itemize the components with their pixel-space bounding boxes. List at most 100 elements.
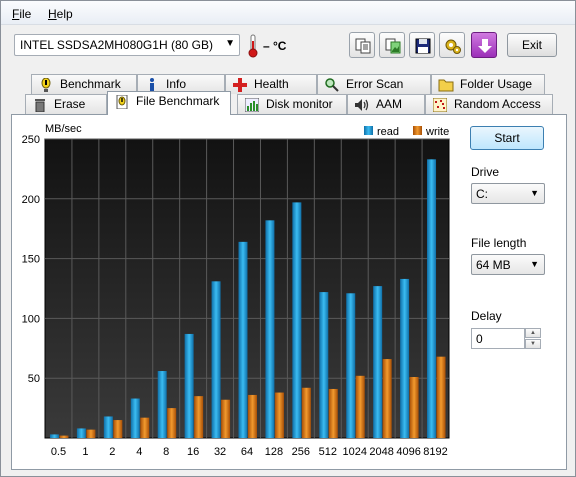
- tab-erase-label: Erase: [54, 97, 86, 111]
- bar-read: [49, 434, 59, 438]
- tab-error-scan[interactable]: Error Scan: [317, 74, 431, 94]
- tab-info-label: Info: [166, 77, 187, 91]
- exit-button[interactable]: Exit: [507, 33, 557, 57]
- spin-up-button[interactable]: ▲: [525, 328, 541, 338]
- bar-write: [59, 435, 69, 438]
- x-tick-label: 4: [136, 446, 142, 458]
- bar-read: [346, 293, 356, 438]
- tab-disk-monitor-label: Disk monitor: [266, 97, 333, 111]
- magnifier-icon: [325, 78, 339, 92]
- copy-text-button[interactable]: [349, 32, 375, 58]
- menu-file[interactable]: File: [12, 7, 31, 21]
- tab-benchmark-label: Benchmark: [60, 77, 121, 91]
- save-button[interactable]: [409, 32, 435, 58]
- y-tick-label: 50: [28, 373, 40, 385]
- delay-input[interactable]: 0: [471, 328, 525, 349]
- menu-help-accelerator: H: [48, 7, 57, 21]
- bar-write: [194, 396, 204, 438]
- start-button[interactable]: Start: [470, 126, 544, 150]
- x-tick-label: 2: [109, 446, 115, 458]
- bar-write: [382, 359, 392, 438]
- toolbar: INTEL SSDSA2MH080G1H (80 GB) ▼ – °C Exit: [1, 26, 575, 68]
- x-tick-label: 256: [292, 446, 310, 458]
- bar-write: [113, 420, 123, 438]
- bar-read: [238, 241, 248, 438]
- tab-aam-label: AAM: [376, 97, 403, 111]
- copy-image-button[interactable]: [379, 32, 405, 58]
- legend-label-write: write: [425, 126, 449, 138]
- tab-disk-monitor[interactable]: Disk monitor: [237, 94, 347, 114]
- x-tick-label: 32: [214, 446, 226, 458]
- file-length-label: File length: [471, 236, 527, 250]
- x-tick-label: 2048: [369, 446, 393, 458]
- bar-write: [436, 356, 446, 438]
- bar-read: [76, 428, 86, 438]
- bar-read: [103, 416, 113, 438]
- temperature-readout: – °C: [263, 39, 287, 53]
- file-length-select[interactable]: 64 MB ▼: [471, 254, 545, 275]
- menu-help[interactable]: Help: [48, 7, 73, 21]
- bar-write: [167, 408, 177, 438]
- drive-selector[interactable]: INTEL SSDSA2MH080G1H (80 GB) ▼: [14, 34, 240, 56]
- y-axis-label: MB/sec: [45, 123, 82, 135]
- copy-icon: [355, 38, 371, 54]
- chevron-down-icon: ▼: [530, 259, 539, 269]
- tab-random-access[interactable]: Random Access: [425, 94, 553, 114]
- x-tick-label: 4096: [396, 446, 420, 458]
- bar-read: [427, 159, 437, 438]
- y-tick-label: 100: [22, 313, 40, 325]
- tab-aam[interactable]: AAM: [347, 94, 425, 114]
- gears-icon: [445, 39, 461, 54]
- options-button[interactable]: [439, 32, 465, 58]
- bar-read: [319, 292, 329, 438]
- random-dots-icon: [432, 97, 448, 113]
- exclamation-icon: [41, 77, 51, 93]
- tab-random-access-label: Random Access: [454, 97, 541, 111]
- bar-write: [355, 375, 365, 438]
- chevron-down-icon: ▼: [225, 38, 235, 49]
- y-tick-label: 200: [22, 194, 40, 206]
- spin-down-button[interactable]: ▼: [525, 339, 541, 349]
- bar-read: [184, 333, 194, 438]
- bar-read: [211, 281, 221, 438]
- delay-spinner: ▲ ▼: [525, 328, 541, 349]
- tab-erase[interactable]: Erase: [25, 94, 107, 114]
- tab-file-benchmark[interactable]: File Benchmark: [107, 91, 231, 115]
- y-tick-label: 250: [22, 134, 40, 146]
- drive-label: Drive: [471, 165, 500, 179]
- x-tick-label: 0.5: [51, 446, 66, 458]
- file-benchmark-panel: 50 100 150 200 250 MB/sec read write 0.5 1 2 4 8 16 32…: [11, 114, 567, 470]
- tab-health[interactable]: Health: [225, 74, 317, 94]
- floppy-disk-icon: [415, 38, 431, 54]
- bar-read: [157, 371, 167, 438]
- copy-image-icon: [385, 38, 401, 54]
- drive-selector-value: INTEL SSDSA2MH080G1H (80 GB): [20, 38, 213, 52]
- benchmark-chart: 50 100 150 200 250 MB/sec read write 0.5 1 2 4 8 16 32…: [22, 123, 450, 458]
- tab-folder-usage[interactable]: Folder Usage: [431, 74, 545, 94]
- folder-icon: [438, 79, 454, 92]
- delay-label: Delay: [471, 309, 502, 323]
- arrow-down-icon: [478, 39, 492, 53]
- bar-read: [400, 278, 410, 438]
- x-tick-label: 64: [241, 446, 253, 458]
- x-tick-label: 128: [265, 446, 283, 458]
- bar-write: [328, 388, 338, 438]
- bar-read: [265, 220, 275, 438]
- legend-swatch-read: [364, 126, 373, 135]
- menu-file-label: ile: [19, 7, 32, 21]
- drive-letter-value: C:: [476, 187, 488, 201]
- file-benchmark-icon: [116, 94, 128, 110]
- legend-label-read: read: [377, 126, 399, 138]
- bar-read: [373, 286, 383, 438]
- x-tick-label: 1: [82, 446, 88, 458]
- tab-folder-usage-label: Folder Usage: [460, 77, 533, 91]
- tab-error-scan-label: Error Scan: [346, 77, 404, 91]
- bar-write: [140, 417, 150, 438]
- download-update-button[interactable]: [471, 32, 497, 58]
- x-tick-label: 8: [163, 446, 169, 458]
- speaker-icon: [355, 99, 369, 112]
- bar-write: [274, 392, 284, 438]
- menu-bar: File Help: [1, 1, 575, 25]
- drive-letter-select[interactable]: C: ▼: [471, 183, 545, 204]
- trash-icon: [35, 99, 45, 113]
